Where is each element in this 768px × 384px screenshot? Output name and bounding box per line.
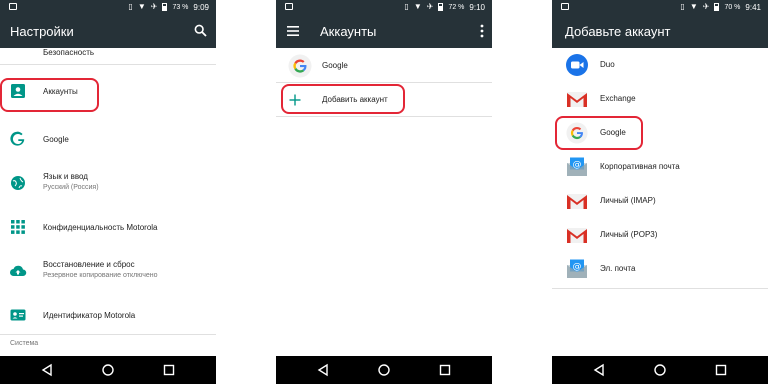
gmail-icon [567, 92, 587, 107]
account-type-email[interactable]: @ Эл. почта [552, 252, 768, 286]
more-options-icon[interactable] [480, 24, 484, 38]
back-icon[interactable] [316, 363, 330, 377]
back-icon[interactable] [40, 363, 54, 377]
clock: 9:10 [469, 2, 485, 12]
settings-item-label: Восстановление и сброс [43, 260, 135, 269]
account-type-imap[interactable]: Личный (IMAP) [552, 184, 768, 218]
google-g-icon [288, 54, 312, 78]
app-bar: Добавьте аккаунт [552, 14, 768, 48]
wifi-icon: ▼ [689, 2, 698, 11]
gmail-icon [567, 228, 587, 243]
status-bar: ▯ ▼ ✈ 70 % 9:41 [552, 0, 768, 14]
id-card-icon [10, 309, 26, 321]
airplane-icon: ✈ [702, 2, 710, 11]
notification-icon [9, 3, 17, 10]
app-bar: Аккаунты [276, 14, 492, 48]
account-type-label: Exchange [600, 94, 636, 103]
account-type-exchange[interactable]: Exchange [552, 82, 768, 116]
account-label: Google [322, 61, 348, 70]
status-bar: ▯ ▼ ✈ 72 % 9:10 [276, 0, 492, 14]
settings-item-summary: Русский (Россия) [43, 184, 99, 191]
page-title: Настройки [10, 24, 74, 39]
settings-item-label: Безопасность [43, 48, 95, 57]
settings-item-label: Идентификатор Motorola [43, 311, 136, 320]
accounts-screen: ▯ ▼ ✈ 72 % 9:10 Аккаунты Google Добавить… [276, 0, 492, 384]
airplane-icon: ✈ [150, 2, 158, 11]
wifi-icon: ▼ [137, 2, 146, 11]
account-type-corporate-mail[interactable]: @ Корпоративная почта [552, 150, 768, 184]
highlight-frame [555, 116, 643, 150]
home-icon[interactable] [101, 363, 115, 377]
google-g-icon [10, 131, 25, 146]
menu-icon[interactable] [286, 25, 300, 37]
highlight-frame [0, 78, 99, 112]
vibrate-icon: ▯ [404, 2, 409, 11]
settings-item-motorola-id[interactable]: Идентификатор Motorola [0, 296, 216, 336]
divider [0, 64, 216, 65]
battery-percent: 73 % [172, 3, 189, 11]
account-item-google[interactable]: Google [276, 48, 492, 82]
battery-icon [162, 3, 168, 11]
back-icon[interactable] [592, 363, 606, 377]
add-account-screen: ▯ ▼ ✈ 70 % 9:41 Добавьте аккаунт Duo Exc… [552, 0, 768, 384]
settings-item-google[interactable]: Google [0, 120, 216, 160]
home-icon[interactable] [377, 363, 391, 377]
airplane-icon: ✈ [426, 2, 434, 11]
notification-icon [285, 3, 293, 10]
account-type-label: Duo [600, 60, 615, 69]
account-type-label: Личный (POP3) [600, 230, 658, 239]
settings-item-motorola-privacy[interactable]: Конфиденциальность Motorola [0, 208, 216, 248]
divider [552, 288, 768, 289]
settings-item-label: Язык и ввод [43, 172, 88, 181]
email-envelope-icon: @ [567, 157, 587, 176]
search-icon[interactable] [194, 24, 207, 37]
divider [0, 334, 216, 335]
battery-icon [714, 3, 720, 11]
settings-screen: ▯ ▼ ✈ 73 % 9:09 Настройки Безопасность А… [0, 0, 216, 384]
settings-item-backup-reset[interactable]: Восстановление и сброс Резервное копиров… [0, 250, 216, 294]
account-type-label: Личный (IMAP) [600, 196, 656, 205]
settings-item-language[interactable]: Язык и ввод Русский (Россия) [0, 162, 216, 206]
divider [276, 82, 492, 83]
vibrate-icon: ▯ [680, 2, 685, 11]
nav-bar [0, 356, 216, 384]
vibrate-icon: ▯ [128, 2, 133, 11]
wifi-icon: ▼ [413, 2, 422, 11]
recent-apps-icon[interactable] [714, 363, 728, 377]
battery-percent: 72 % [448, 3, 465, 11]
duo-icon [566, 54, 588, 76]
highlight-frame [281, 84, 405, 114]
settings-item-security[interactable]: Безопасность [0, 48, 216, 62]
cloud-upload-icon [10, 265, 27, 276]
status-bar: ▯ ▼ ✈ 73 % 9:09 [0, 0, 216, 14]
account-type-label: Эл. почта [600, 264, 636, 273]
apps-grid-icon [11, 220, 25, 234]
globe-icon [11, 176, 25, 190]
page-title: Добавьте аккаунт [565, 24, 671, 39]
email-envelope-icon: @ [567, 259, 587, 278]
settings-item-summary: Резервное копирование отключено [43, 272, 158, 279]
nav-bar [552, 356, 768, 384]
settings-item-label: Google [43, 135, 69, 144]
page-title: Аккаунты [320, 24, 377, 39]
notification-icon [561, 3, 569, 10]
account-type-pop3[interactable]: Личный (POP3) [552, 218, 768, 252]
settings-item-label: Конфиденциальность Motorola [43, 223, 158, 232]
recent-apps-icon[interactable] [438, 363, 452, 377]
gmail-icon [567, 194, 587, 209]
battery-icon [438, 3, 444, 11]
divider [276, 116, 492, 117]
home-icon[interactable] [653, 363, 667, 377]
clock: 9:09 [193, 2, 209, 12]
section-header-system: Система [10, 340, 39, 347]
clock: 9:41 [745, 2, 761, 12]
account-type-label: Корпоративная почта [600, 162, 680, 171]
nav-bar [276, 356, 492, 384]
account-type-duo[interactable]: Duo [552, 48, 768, 82]
recent-apps-icon[interactable] [162, 363, 176, 377]
battery-percent: 70 % [724, 3, 741, 11]
app-bar: Настройки [0, 14, 216, 48]
